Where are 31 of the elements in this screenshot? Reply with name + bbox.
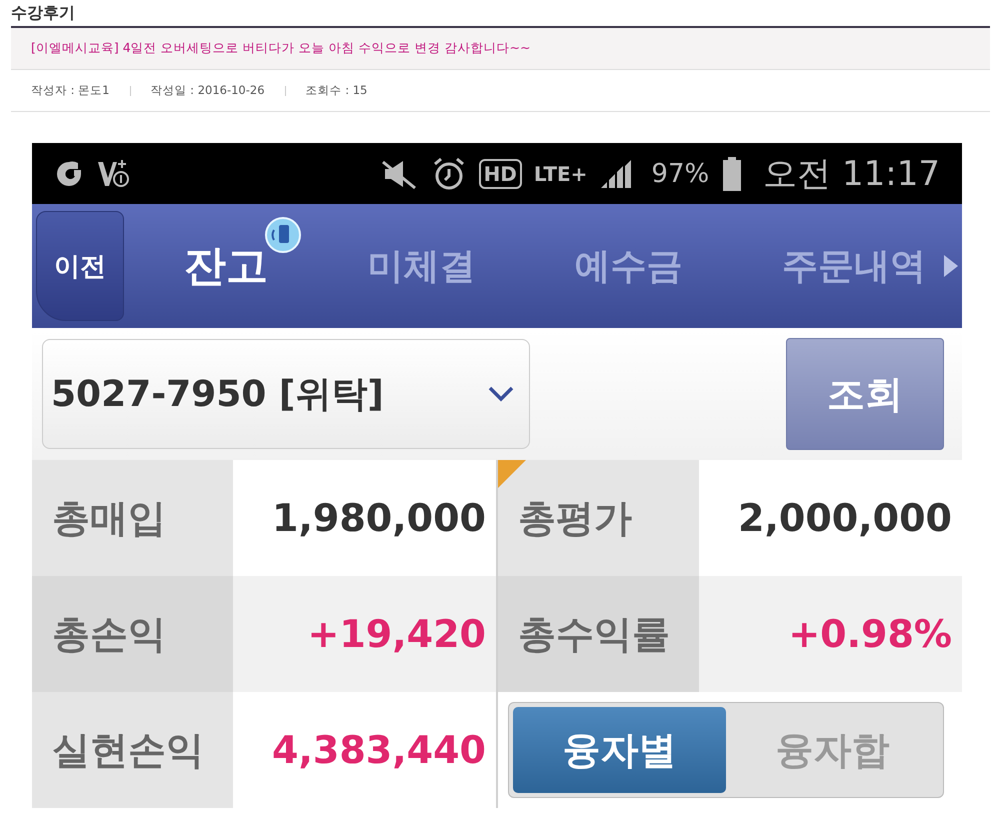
post-meta: 조회수 : 15 [306, 83, 368, 98]
tab[interactable]: 주문내역 [782, 242, 926, 290]
summary-label: 총평가 [518, 494, 632, 542]
right-arrow-icon[interactable] [942, 253, 960, 279]
summary-value: +19,420 [233, 576, 496, 692]
corner-flag-icon [498, 460, 526, 488]
post-meta: 작성일 : 2016-10-26 [150, 83, 265, 98]
query-button[interactable]: 조회 [786, 338, 944, 450]
post-meta: 작성자 : 몬도1 [31, 83, 110, 98]
battery-icon [721, 156, 744, 192]
summary-value: +0.98% [699, 576, 962, 692]
summary-label: 총수익률 [518, 610, 670, 658]
refresh-phone-icon[interactable] [264, 216, 302, 254]
volte-icon [96, 158, 130, 190]
tab[interactable]: 미체결 [367, 242, 476, 290]
chevron-down-icon [487, 385, 515, 403]
clock: 오전 11:17 [763, 152, 940, 196]
tab[interactable]: 예수금 [574, 242, 683, 290]
tab[interactable]: 잔고 [184, 238, 268, 294]
toggle-option[interactable]: 융자별 [513, 707, 726, 793]
summary-label: 총매입 [52, 494, 166, 542]
carrier-icon [54, 158, 84, 188]
summary-label: 실현손익 [52, 726, 204, 774]
account-select[interactable]: 5027-7950 [위탁] [42, 339, 530, 449]
battery-percent: 97% [651, 158, 710, 188]
hd-badge: HD [478, 158, 522, 188]
toggle-option[interactable]: 융자합 [726, 707, 939, 793]
summary-label: 총손익 [52, 610, 166, 658]
network-type: LTE+ [534, 162, 588, 186]
back-button[interactable]: 이전 [36, 211, 124, 321]
post-title: [이엘메시교육] 4일전 오버세팅으로 버티다가 오늘 아침 수익으로 변경 감사합니다~~ [31, 40, 530, 57]
